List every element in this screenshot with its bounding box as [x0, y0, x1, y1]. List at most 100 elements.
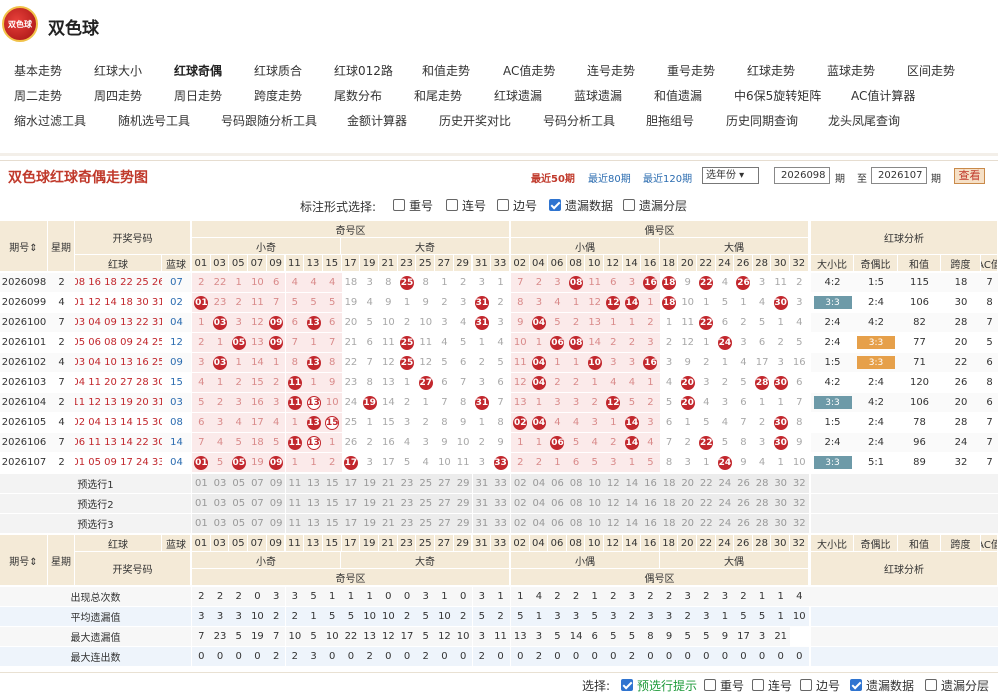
nav-link[interactable]: 缩水过滤工具 [14, 112, 86, 129]
preselect-cell[interactable]: 23 [397, 474, 417, 493]
preselect-cell[interactable]: 30 [771, 514, 790, 533]
preselect-cell[interactable]: 09 [266, 474, 286, 493]
preselect-cell[interactable]: 26 [734, 494, 753, 513]
preselect-cell[interactable]: 29 [453, 494, 473, 513]
preselect-cell[interactable]: 22 [697, 494, 716, 513]
from-issue-input[interactable]: 2026098 [774, 167, 830, 184]
preselect-cell[interactable]: 06 [548, 494, 567, 513]
preselect-cell[interactable]: 21 [379, 514, 398, 533]
year-select[interactable]: 选年份 ▾ [702, 167, 759, 184]
nav-link[interactable]: 红球012路 [334, 62, 393, 79]
nav-link[interactable]: 周二走势 [14, 87, 62, 104]
nav-link[interactable]: 龙头凤尾查询 [828, 112, 900, 129]
preselect-cell[interactable]: 19 [360, 474, 379, 493]
preselect-cell[interactable]: 33 [491, 514, 510, 533]
nav-link[interactable]: 胆拖组号 [646, 112, 694, 129]
nav-link[interactable]: AC值走势 [503, 62, 555, 79]
preselect-cell[interactable]: 14 [622, 514, 642, 533]
recent-80-link[interactable]: 最近80期 [588, 170, 631, 185]
preselect-cell[interactable]: 28 [752, 494, 772, 513]
preselect-cell[interactable]: 15 [322, 474, 342, 493]
checkbox[interactable] [800, 679, 812, 691]
preselect-cell[interactable]: 09 [266, 494, 286, 513]
preselect-cell[interactable]: 19 [360, 514, 379, 533]
preselect-cell[interactable]: 23 [397, 514, 417, 533]
preselect-cell[interactable]: 32 [790, 514, 809, 533]
preselect-cell[interactable]: 02 [511, 474, 530, 493]
checkbox[interactable] [623, 199, 635, 211]
preselect-cell[interactable]: 12 [604, 494, 623, 513]
preselect-cell[interactable]: 25 [416, 494, 436, 513]
checkbox[interactable] [850, 679, 862, 691]
preselect-cell[interactable]: 12 [604, 514, 623, 533]
checkbox[interactable] [393, 199, 405, 211]
preselect-cell[interactable]: 08 [566, 474, 586, 493]
nav-link[interactable]: 红球遗漏 [494, 87, 542, 104]
checkbox[interactable] [549, 199, 561, 211]
preselect-cell[interactable]: 01 [192, 514, 211, 533]
nav-link[interactable]: 号码跟随分析工具 [221, 112, 317, 129]
preselect-cell[interactable]: 09 [266, 514, 286, 533]
preselect-cell[interactable]: 31 [472, 494, 492, 513]
preselect-cell[interactable]: 31 [472, 474, 492, 493]
preselect-cell[interactable]: 07 [248, 514, 267, 533]
preselect-cell[interactable]: 19 [360, 494, 379, 513]
to-issue-input[interactable]: 2026107 [871, 167, 927, 184]
preselect-cell[interactable]: 26 [734, 474, 753, 493]
preselect-cell[interactable]: 10 [585, 474, 604, 493]
preselect-cell[interactable]: 07 [248, 474, 267, 493]
preselect-cell[interactable]: 30 [771, 474, 790, 493]
preselect-cell[interactable]: 06 [548, 474, 567, 493]
nav-link[interactable]: 区间走势 [907, 62, 955, 79]
nav-link[interactable]: 和尾走势 [414, 87, 462, 104]
preselect-cell[interactable]: 01 [192, 494, 211, 513]
nav-link[interactable]: 红球奇偶 [174, 62, 222, 79]
preselect-cell[interactable]: 25 [416, 474, 436, 493]
preselect-cell[interactable]: 32 [790, 494, 809, 513]
nav-link[interactable]: 跨度走势 [254, 87, 302, 104]
preselect-cell[interactable]: 07 [248, 494, 267, 513]
preselect-cell[interactable]: 27 [435, 474, 454, 493]
checkbox[interactable] [497, 199, 509, 211]
preselect-cell[interactable]: 17 [341, 514, 361, 533]
preselect-cell[interactable]: 24 [715, 494, 735, 513]
preselect-cell[interactable]: 16 [641, 474, 660, 493]
preselect-cell[interactable]: 05 [229, 494, 249, 513]
preselect-cell[interactable]: 27 [435, 514, 454, 533]
preselect-cell[interactable]: 02 [511, 494, 530, 513]
preselect-cell[interactable]: 24 [715, 474, 735, 493]
nav-link[interactable]: 金额计算器 [347, 112, 407, 129]
nav-link[interactable]: 中6保5旋转矩阵 [734, 87, 821, 104]
preselect-cell[interactable]: 13 [304, 474, 323, 493]
preselect-cell[interactable]: 18 [659, 494, 679, 513]
preselect-cell[interactable]: 10 [585, 514, 604, 533]
preselect-cell[interactable]: 24 [715, 514, 735, 533]
preselect-cell[interactable]: 17 [341, 494, 361, 513]
preselect-cell[interactable]: 03 [210, 514, 230, 533]
preselect-cell[interactable]: 29 [453, 474, 473, 493]
query-button[interactable]: 查看 [954, 168, 985, 184]
nav-link[interactable]: 重号走势 [667, 62, 715, 79]
preselect-cell[interactable]: 29 [453, 514, 473, 533]
nav-link[interactable]: 历史同期查询 [726, 112, 798, 129]
preselect-cell[interactable]: 03 [210, 494, 230, 513]
checkbox[interactable] [704, 679, 716, 691]
nav-link[interactable]: 周日走势 [174, 87, 222, 104]
preselect-cell[interactable]: 20 [678, 494, 697, 513]
nav-link[interactable]: 历史开奖对比 [439, 112, 511, 129]
preselect-cell[interactable]: 20 [678, 514, 697, 533]
preselect-cell[interactable]: 18 [659, 474, 679, 493]
preselect-cell[interactable]: 33 [491, 494, 510, 513]
nav-link[interactable]: 红球质合 [254, 62, 302, 79]
preselect-cell[interactable]: 06 [548, 514, 567, 533]
nav-link[interactable]: 连号走势 [587, 62, 635, 79]
preselect-cell[interactable]: 28 [752, 474, 772, 493]
preselect-cell[interactable]: 11 [285, 474, 305, 493]
nav-link[interactable]: 红球大小 [94, 62, 142, 79]
preselect-cell[interactable]: 11 [285, 514, 305, 533]
recent-50-link[interactable]: 最近50期 [531, 170, 575, 185]
preselect-cell[interactable]: 21 [379, 494, 398, 513]
nav-link[interactable]: 红球走势 [747, 62, 795, 79]
preselect-cell[interactable]: 22 [697, 514, 716, 533]
preselect-cell[interactable]: 23 [397, 494, 417, 513]
